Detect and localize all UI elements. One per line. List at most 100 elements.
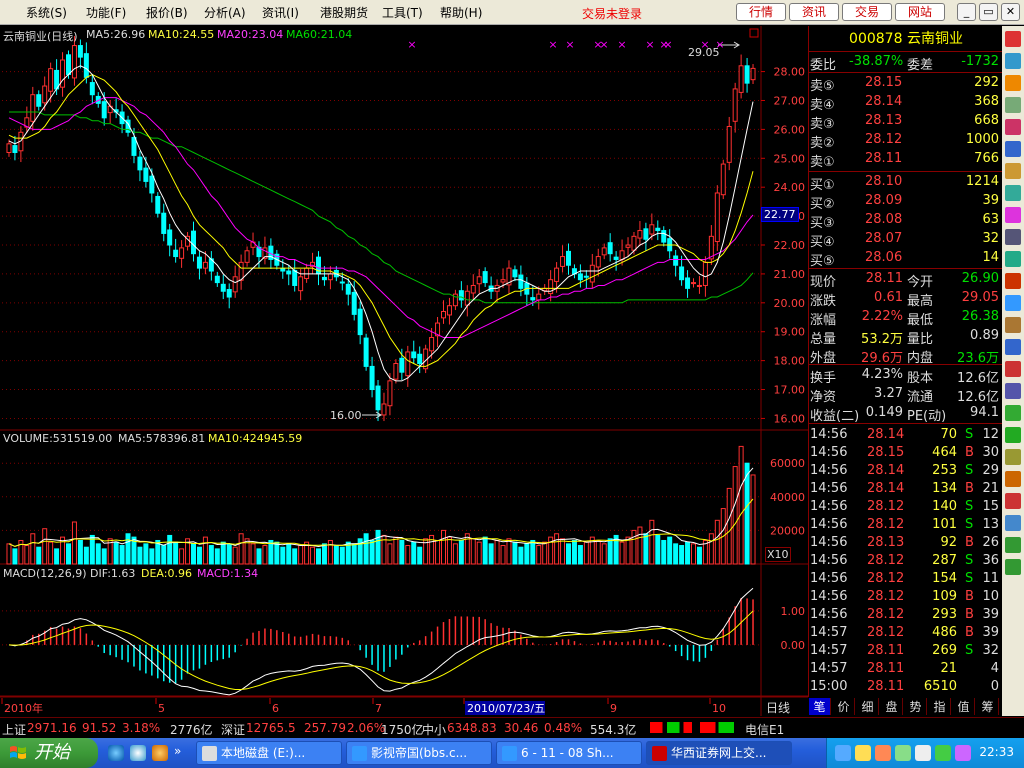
tick-row[interactable]: 15:00 28.11 6510 0	[809, 678, 1003, 696]
detail-tab[interactable]: 值	[953, 698, 975, 715]
clock[interactable]: 22:33	[979, 745, 1014, 759]
menu-analysis[interactable]: 分析(A)	[204, 4, 246, 21]
server-label[interactable]: 电信E1	[745, 721, 784, 738]
toolbar-tool-icon[interactable]	[1005, 229, 1021, 245]
task-local-disk[interactable]: 本地磁盘 (E:)...	[196, 741, 342, 765]
toolbar-tool-icon[interactable]	[1005, 75, 1021, 91]
detail-tab[interactable]: 指	[929, 698, 951, 715]
toolbar-tool-icon[interactable]	[1005, 537, 1021, 553]
tray-icon-network[interactable]	[835, 745, 851, 761]
toolbar-tool-icon[interactable]	[1005, 31, 1021, 47]
toolbar-tool-icon[interactable]	[1005, 515, 1021, 531]
minimize-button[interactable]: _	[957, 3, 976, 21]
website-button[interactable]: 网站	[895, 3, 945, 21]
tray-icon-folder[interactable]	[855, 745, 871, 761]
tick-row[interactable]: 14:57 28.12 486 B 39	[809, 624, 1003, 642]
ask-row[interactable]: 卖④ 28.14 368	[809, 93, 1003, 113]
volume-ma5-line	[8, 467, 754, 548]
toolbar-tool-icon[interactable]	[1005, 185, 1021, 201]
bid-row[interactable]: 买② 28.09 39	[809, 192, 1003, 212]
toolbar-tool-icon[interactable]	[1005, 119, 1021, 135]
tray-icon-antivirus[interactable]	[935, 745, 951, 761]
toolbar-tool-icon[interactable]	[1005, 559, 1021, 575]
detail-tab[interactable]: 势	[905, 698, 927, 715]
toolbar-tool-icon[interactable]	[1005, 317, 1021, 333]
tick-row[interactable]: 14:56 28.12 154 S 11	[809, 570, 1003, 588]
bid-row[interactable]: 买① 28.10 1214	[809, 173, 1003, 193]
detail-tab[interactable]: 笔	[809, 698, 831, 715]
menu-system[interactable]: 系统(S)	[26, 4, 67, 21]
tray-icon-app[interactable]	[955, 745, 971, 761]
restore-button[interactable]: ▭	[979, 3, 998, 21]
tick-row[interactable]: 14:56 28.12 109 B 10	[809, 588, 1003, 606]
media-icon[interactable]	[152, 745, 168, 761]
menu-tools[interactable]: 工具(T)	[382, 4, 423, 21]
ie-icon[interactable]	[108, 745, 124, 761]
period-daily-label[interactable]: 日线	[766, 699, 790, 716]
quicklaunch-expand-icon[interactable]: »	[174, 744, 181, 758]
trade-button[interactable]: 交易	[842, 3, 892, 21]
ask-volume: 292	[974, 75, 999, 90]
tick-row[interactable]: 14:56 28.14 70 S 12	[809, 426, 1003, 444]
toolbar-tool-icon[interactable]	[1005, 361, 1021, 377]
ask-row[interactable]: 卖① 28.11 766	[809, 150, 1003, 170]
tick-row[interactable]: 14:56 28.12 101 S 13	[809, 516, 1003, 534]
tick-row[interactable]: 14:56 28.15 464 B 30	[809, 444, 1003, 462]
toolbar-tool-icon[interactable]	[1005, 273, 1021, 289]
menu-news[interactable]: 资讯(I)	[262, 4, 299, 21]
chart-canvas[interactable]: 28.0027.0026.0025.0024.0023.0022.0021.00…	[0, 26, 808, 716]
tick-row[interactable]: 14:56 28.12 293 B 39	[809, 606, 1003, 624]
detail-tab[interactable]: 细	[857, 698, 879, 715]
menu-quote[interactable]: 报价(B)	[146, 4, 188, 21]
toolbar-tool-icon[interactable]	[1005, 207, 1021, 223]
start-button[interactable]: 开始	[0, 738, 98, 768]
tick-row[interactable]: 14:56 28.14 253 S 29	[809, 462, 1003, 480]
task-browser-2[interactable]: 6 - 11 - 08 Sh...	[496, 741, 642, 765]
task-forum-browser[interactable]: 影视帝国(bbs.c...	[346, 741, 492, 765]
tick-row[interactable]: 14:56 28.12 140 S 15	[809, 498, 1003, 516]
task-trading-app[interactable]: 华西证券网上交...	[646, 741, 792, 765]
ask-row[interactable]: 卖② 28.12 1000	[809, 131, 1003, 151]
tick-direction: S	[965, 499, 974, 514]
ask-row[interactable]: 卖③ 28.13 668	[809, 112, 1003, 132]
quote-button[interactable]: 行情	[736, 3, 786, 21]
tick-row[interactable]: 14:56 28.12 287 S 36	[809, 552, 1003, 570]
close-button[interactable]: ✕	[1001, 3, 1020, 21]
toolbar-tool-icon[interactable]	[1005, 427, 1021, 443]
menu-help[interactable]: 帮助(H)	[440, 4, 482, 21]
toolbar-tool-icon[interactable]	[1005, 53, 1021, 69]
toolbar-tool-icon[interactable]	[1005, 405, 1021, 421]
toolbar-tool-icon[interactable]	[1005, 163, 1021, 179]
toolbar-tool-icon[interactable]	[1005, 339, 1021, 355]
tick-row[interactable]: 14:57 28.11 269 S 32	[809, 642, 1003, 660]
tray-icon-app[interactable]	[875, 745, 891, 761]
desktop-icon[interactable]	[130, 745, 146, 761]
tick-row[interactable]: 14:56 28.14 134 B 21	[809, 480, 1003, 498]
detail-tab[interactable]: 价	[833, 698, 855, 715]
bid-row[interactable]: 买③ 28.08 63	[809, 211, 1003, 231]
bid-row[interactable]: 买④ 28.07 32	[809, 230, 1003, 250]
toolbar-tool-icon[interactable]	[1005, 471, 1021, 487]
toolbar-tool-icon[interactable]	[1005, 97, 1021, 113]
news-button[interactable]: 资讯	[789, 3, 839, 21]
detail-tab[interactable]: 盘	[881, 698, 903, 715]
toolbar-tool-icon[interactable]	[1005, 295, 1021, 311]
tray-icon-app[interactable]	[895, 745, 911, 761]
candle-body	[60, 59, 66, 88]
menu-hk-futures[interactable]: 港股期货	[320, 4, 368, 21]
ask-row[interactable]: 卖⑤ 28.15 292	[809, 74, 1003, 94]
tray-icon-volume[interactable]	[915, 745, 931, 761]
tick-row[interactable]: 14:57 28.11 21 4	[809, 660, 1003, 678]
toolbar-tool-icon[interactable]	[1005, 449, 1021, 465]
chart-area[interactable]: 28.0027.0026.0025.0024.0023.0022.0021.00…	[0, 26, 808, 716]
detail-tab[interactable]: 筹	[977, 698, 999, 715]
divider	[809, 423, 1003, 424]
stat-label: 今开	[907, 275, 934, 290]
toolbar-tool-icon[interactable]	[1005, 493, 1021, 509]
menu-function[interactable]: 功能(F)	[86, 4, 126, 21]
toolbar-tool-icon[interactable]	[1005, 251, 1021, 267]
toolbar-tool-icon[interactable]	[1005, 141, 1021, 157]
tick-row[interactable]: 14:56 28.13 92 B 26	[809, 534, 1003, 552]
toolbar-tool-icon[interactable]	[1005, 383, 1021, 399]
bid-row[interactable]: 买⑤ 28.06 14	[809, 249, 1003, 269]
